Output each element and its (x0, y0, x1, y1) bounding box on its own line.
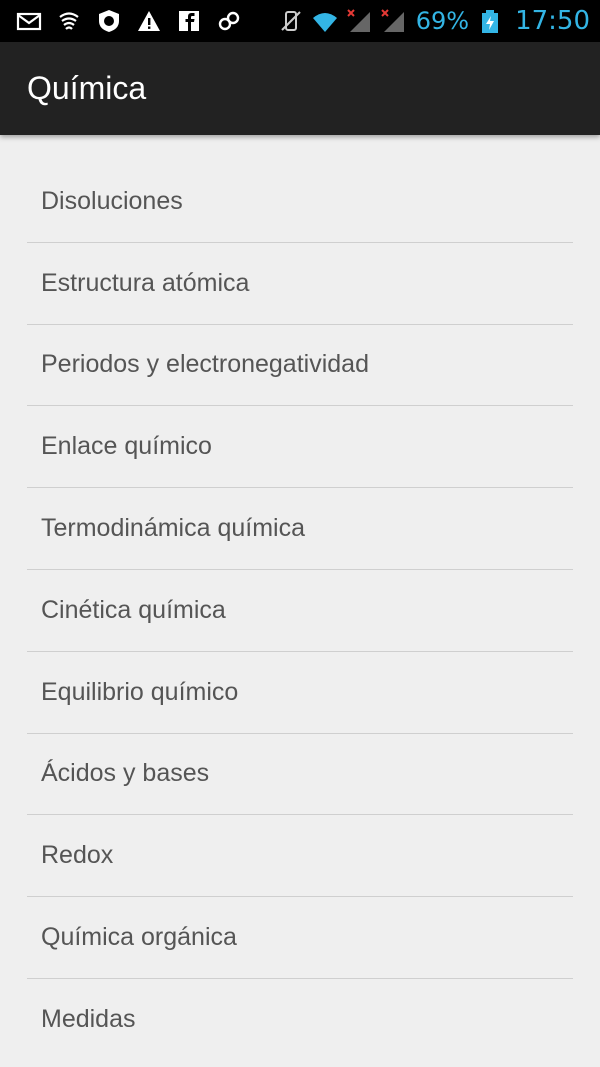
notification-icons (0, 8, 242, 34)
list-item-redox[interactable]: Redox (27, 815, 573, 898)
system-icons: 69% 17:50 (278, 6, 600, 36)
vibrate-off-icon (278, 8, 304, 34)
list-item-enlace-quimico[interactable]: Enlace químico (27, 406, 573, 489)
list-item-label: Periodos y electronegatividad (41, 350, 369, 379)
warning-icon (136, 8, 162, 34)
list-item-disoluciones[interactable]: Disoluciones (27, 161, 573, 243)
list-item-medidas[interactable]: Medidas (27, 979, 573, 1061)
list-item-quimica-organica[interactable]: Química orgánica (27, 897, 573, 979)
topic-list: Disoluciones Estructura atómica Periodos… (27, 161, 573, 1061)
signal-no-service-icon (380, 8, 406, 34)
app-title: Química (27, 70, 147, 106)
facebook-icon (176, 8, 202, 34)
link-icon (216, 8, 242, 34)
clock: 17:50 (515, 6, 590, 36)
wifi-icon (312, 8, 338, 34)
list-item-label: Química orgánica (41, 923, 237, 952)
battery-charging-icon (477, 8, 503, 34)
gmail-icon (16, 8, 42, 34)
list-item-label: Equilibrio químico (41, 677, 239, 706)
list-item-equilibrio[interactable]: Equilibrio químico (27, 652, 573, 734)
cast-icon (56, 8, 82, 34)
action-bar: Química (0, 42, 600, 135)
list-item-acidos-bases[interactable]: Ácidos y bases (27, 734, 573, 816)
list-item-termodinamica[interactable]: Termodinámica química (27, 488, 573, 570)
status-bar: 69% 17:50 (0, 0, 600, 42)
list-item-label: Redox (41, 841, 114, 870)
list-item-label: Enlace químico (41, 432, 212, 461)
list-item-label: Estructura atómica (41, 268, 250, 297)
list-item-label: Disoluciones (41, 186, 183, 215)
shield-icon (96, 8, 122, 34)
signal-no-service-icon (346, 8, 372, 34)
list-item-periodos[interactable]: Periodos y electronegatividad (27, 325, 573, 407)
list-item-label: Ácidos y bases (41, 759, 210, 788)
battery-percent: 69% (415, 7, 470, 35)
list-item-estructura-atomica[interactable]: Estructura atómica (27, 243, 573, 325)
list-item-cinetica[interactable]: Cinética química (27, 570, 573, 652)
list-item-label: Termodinámica química (41, 514, 305, 543)
list-item-label: Cinética química (41, 595, 226, 624)
list-item-label: Medidas (41, 1005, 136, 1034)
